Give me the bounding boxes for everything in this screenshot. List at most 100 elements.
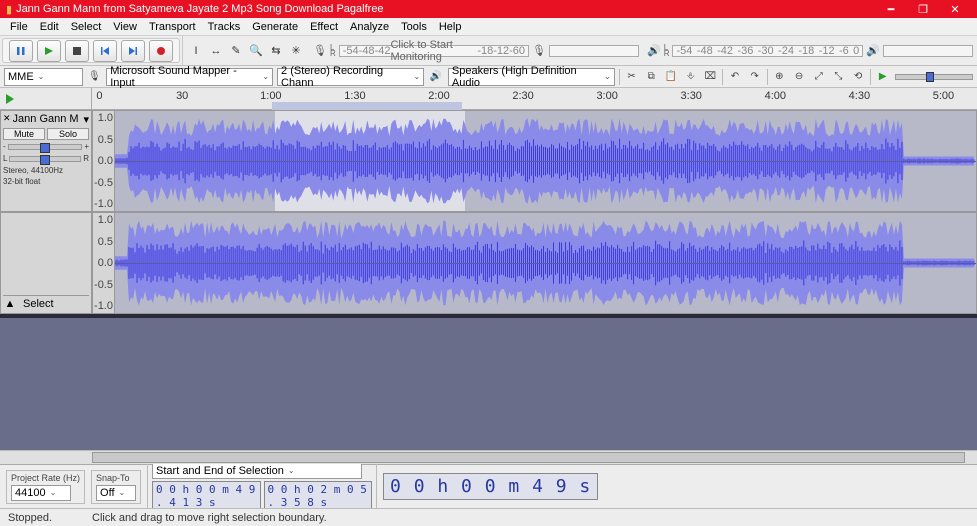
record-meter[interactable]: 🎙 LR -54 -48 -42 Click to Start Monitori… (309, 36, 643, 65)
play-button[interactable] (37, 40, 61, 62)
ytick: 0.0 (94, 155, 113, 167)
ytick: 0.5 (94, 134, 113, 146)
playback-device-combo[interactable]: Speakers (High Definition Audio (448, 68, 615, 86)
ruler-tick: 5:00 (933, 90, 954, 102)
redo-icon[interactable]: ↷ (747, 69, 763, 85)
maximize-button[interactable]: ❐ (907, 3, 939, 16)
stop-button[interactable] (65, 40, 89, 62)
speaker-slider[interactable] (883, 45, 973, 57)
mic-icon: 🎙 (313, 44, 327, 57)
audio-host-combo[interactable]: MME (4, 68, 83, 86)
skip-start-button[interactable] (93, 40, 117, 62)
play-at-speed-icon[interactable]: ▶ (875, 69, 891, 85)
close-button[interactable]: ✕ (939, 3, 971, 16)
ytick: -0.5 (94, 279, 113, 291)
selection-end[interactable]: 0 0 h 0 2 m 0 5 . 3 5 8 s (264, 481, 373, 511)
toolbar-row-2: MME 🎙 Microsoft Sound Mapper - Input 2 (… (0, 66, 977, 88)
snap-combo[interactable]: Off (96, 485, 136, 501)
track-menu-icon[interactable]: ▾ (83, 113, 89, 126)
zoom-out-icon[interactable]: ⊖ (791, 69, 807, 85)
paste-icon[interactable]: 📋 (663, 69, 679, 85)
zoom-fit-icon[interactable]: ⤡ (831, 69, 847, 85)
track-close-icon[interactable]: ✕ (3, 113, 11, 126)
menu-transport[interactable]: Transport (143, 21, 202, 33)
skip-end-button[interactable] (121, 40, 145, 62)
cut-icon[interactable]: ✂ (624, 69, 640, 85)
meter-tick: -30 (758, 45, 774, 57)
multi-tool-icon[interactable]: ✳ (287, 42, 305, 60)
menu-analyze[interactable]: Analyze (344, 21, 395, 33)
timeline-ruler[interactable]: 0 30 1:00 1:30 2:00 2:30 3:00 3:30 4:00 … (0, 88, 977, 110)
ytick: 0.0 (94, 257, 113, 269)
envelope-tool-icon[interactable]: ↔ (207, 42, 225, 60)
speaker-icon: 🔊 (428, 69, 444, 85)
menu-tracks[interactable]: Tracks (202, 21, 247, 33)
selection-group: Start and End of Selection 0 0 h 0 0 m 4… (147, 460, 377, 514)
track-control-panel-2[interactable]: ▲Select (0, 212, 92, 314)
record-device-combo[interactable]: Microsoft Sound Mapper - Input (106, 68, 273, 86)
draw-tool-icon[interactable]: ✎ (227, 42, 245, 60)
menu-generate[interactable]: Generate (246, 21, 304, 33)
minimize-button[interactable]: ━ (875, 3, 907, 16)
menu-help[interactable]: Help (433, 21, 468, 33)
trim-icon[interactable]: ⎀ (683, 69, 699, 85)
zoom-sel-icon[interactable]: ⤢ (811, 69, 827, 85)
ruler-tick: 1:00 (260, 90, 281, 102)
waveform-canvas[interactable] (115, 213, 976, 313)
meter-tick: -12 (819, 45, 835, 57)
track-area: ✕Jann Gann M▾ MuteSolo -+ LR Stereo, 441… (0, 110, 977, 450)
zoom-in-icon[interactable]: ⊕ (772, 69, 788, 85)
playhead-icon[interactable] (6, 94, 14, 104)
waveform-right[interactable]: 1.0 0.5 0.0 -0.5 -1.0 (92, 212, 977, 314)
menu-effect[interactable]: Effect (304, 21, 344, 33)
selection-tool-icon[interactable]: I (187, 42, 205, 60)
menu-file[interactable]: File (4, 21, 34, 33)
scroll-thumb[interactable] (92, 452, 965, 463)
zoom-toggle-icon[interactable]: ⟲ (850, 69, 866, 85)
selection-mode-combo[interactable]: Start and End of Selection (152, 463, 362, 479)
play-meter-scale[interactable]: -54 -48 -42 -36 -30 -24 -18 -12 -6 0 (672, 45, 863, 57)
undo-icon[interactable]: ↶ (727, 69, 743, 85)
silence-icon[interactable]: ⌧ (702, 69, 718, 85)
menu-view[interactable]: View (107, 21, 143, 33)
waveform-left[interactable]: 1.0 0.5 0.0 -0.5 -1.0 (92, 110, 977, 212)
play-speed-slider[interactable] (895, 74, 973, 80)
record-button[interactable] (149, 40, 173, 62)
meter-tick: 0 (519, 45, 525, 57)
pan-slider[interactable] (9, 156, 81, 162)
play-meter[interactable]: 🔊 LR -54 -48 -42 -36 -30 -24 -18 -12 -6 … (643, 36, 977, 65)
titlebar: ▮ Jann Gann Mann from Satyameva Jayate 2… (0, 0, 977, 18)
record-meter-scale[interactable]: -54 -48 -42 Click to Start Monitoring -1… (339, 45, 529, 57)
gain-slider[interactable] (8, 144, 83, 150)
collapse-icon[interactable]: ▲ (3, 298, 17, 310)
empty-track-area[interactable] (0, 318, 977, 450)
h-scrollbar[interactable] (0, 450, 977, 464)
menu-tools[interactable]: Tools (395, 21, 433, 33)
mic-icon: 🎙 (87, 69, 103, 85)
zoom-tool-icon[interactable]: 🔍 (247, 42, 265, 60)
ruler-selection[interactable] (272, 102, 462, 110)
meter-tick: -54 (343, 45, 359, 57)
track-name[interactable]: Jann Gann M (13, 113, 82, 126)
record-channels-combo[interactable]: 2 (Stereo) Recording Chann (277, 68, 424, 86)
menu-select[interactable]: Select (65, 21, 108, 33)
waveform-canvas[interactable] (115, 111, 976, 211)
ytick: -1.0 (94, 300, 113, 312)
selection-start[interactable]: 0 0 h 0 0 m 4 9 . 4 1 3 s (152, 481, 261, 511)
select-button[interactable]: Select (17, 298, 60, 310)
timeshift-tool-icon[interactable]: ⇆ (267, 42, 285, 60)
project-rate-combo[interactable]: 44100 (11, 485, 71, 501)
pause-button[interactable] (9, 40, 33, 62)
ytick: 1.0 (94, 214, 113, 226)
menu-edit[interactable]: Edit (34, 21, 65, 33)
tools-toolbar: I ↔ ✎ 🔍 ⇆ ✳ (182, 36, 309, 65)
copy-icon[interactable]: ⧉ (643, 69, 659, 85)
meter-tick: -18 (477, 45, 493, 57)
mic-vol-icon: 🎙 (532, 44, 546, 57)
audio-position[interactable]: 0 0 h 0 0 m 4 9 s (383, 473, 598, 500)
solo-button[interactable]: Solo (47, 128, 89, 140)
track-control-panel[interactable]: ✕Jann Gann M▾ MuteSolo -+ LR Stereo, 441… (0, 110, 92, 212)
combo-value: Microsoft Sound Mapper - Input (110, 65, 258, 89)
mic-slider[interactable] (549, 45, 639, 57)
mute-button[interactable]: Mute (3, 128, 45, 140)
